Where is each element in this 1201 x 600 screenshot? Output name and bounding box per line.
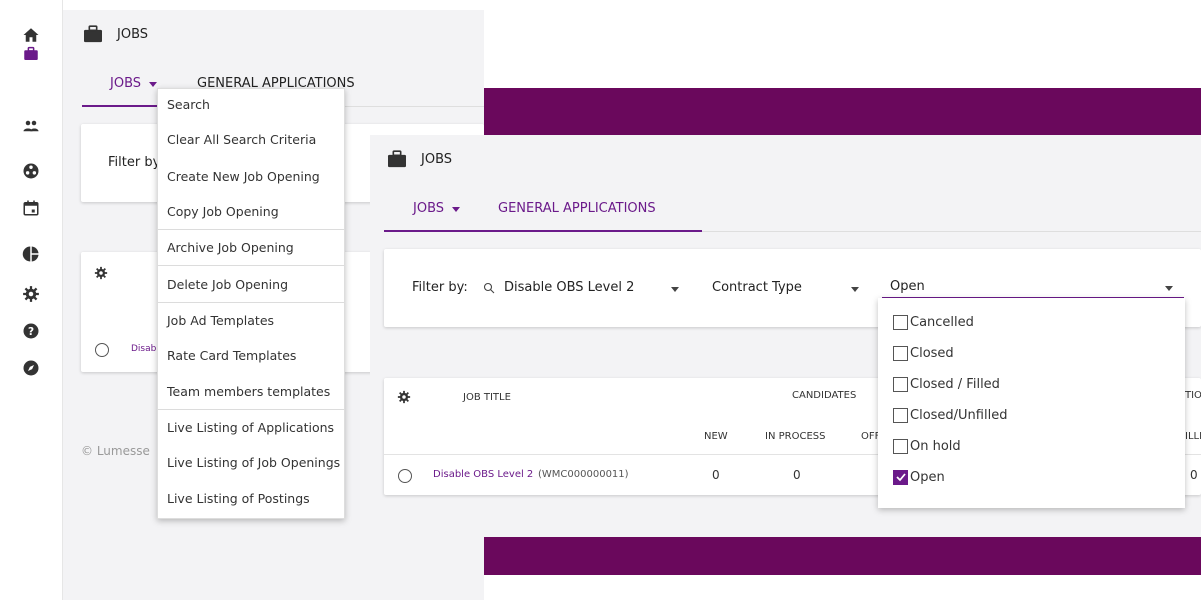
copyright: © Lumesse: [81, 444, 150, 458]
menu-item-job-ad-templates[interactable]: Job Ad Templates: [158, 313, 344, 328]
col-header-right-bottom: ILLE: [1185, 431, 1201, 442]
contract-type-dropdown[interactable]: Contract Type: [712, 280, 802, 295]
tab-active-underline: [82, 105, 157, 107]
menu-item-delete-job-opening[interactable]: Delete Job Opening: [158, 277, 344, 292]
option-closed[interactable]: Closed: [893, 343, 954, 363]
menu-item-create-new-job-opening[interactable]: Create New Job Opening: [158, 169, 344, 184]
new-count[interactable]: 0: [712, 468, 720, 482]
checkbox-checked[interactable]: [893, 469, 908, 485]
chevron-down-icon[interactable]: [671, 287, 679, 292]
purple-band-top: [484, 88, 1201, 138]
status-dropdown[interactable]: Open: [890, 279, 925, 294]
front-title-row: JOBS: [387, 150, 452, 168]
menu-item-search[interactable]: Search: [158, 97, 344, 112]
page-title: JOBS: [117, 26, 149, 42]
menu-divider: [158, 265, 344, 266]
network-icon[interactable]: [20, 160, 42, 182]
gear-icon[interactable]: [20, 283, 42, 305]
option-label: On hold: [910, 438, 961, 454]
filter-by-label: Filter by:: [412, 280, 468, 295]
purple-band-bottom: [484, 537, 1201, 575]
jobs-dropdown-menu: Search Clear All Search Criteria Create …: [157, 88, 345, 519]
option-label: Closed: [910, 345, 954, 361]
job-title-link[interactable]: Disable OBS Level 2: [433, 469, 533, 480]
col-header-right-top: TIO: [1185, 390, 1201, 401]
tab-general-applications[interactable]: GENERAL APPLICATIONS: [498, 201, 656, 216]
back-title-row: JOBS: [83, 25, 148, 43]
gear-icon[interactable]: [397, 390, 411, 404]
pie-chart-icon[interactable]: [20, 243, 42, 265]
tab-jobs[interactable]: JOBS: [110, 76, 141, 91]
tab-jobs[interactable]: JOBS: [413, 201, 444, 216]
row-link[interactable]: Disab: [131, 344, 156, 354]
option-cancelled[interactable]: Cancelled: [893, 312, 974, 332]
option-open[interactable]: Open: [893, 467, 945, 487]
filter-label: Filter by: [108, 155, 161, 170]
svg-text:?: ?: [28, 326, 34, 338]
app-sidebar: ?: [0, 0, 63, 600]
help-icon[interactable]: ?: [20, 320, 42, 342]
checkbox[interactable]: [893, 345, 908, 361]
menu-divider: [158, 229, 344, 230]
menu-item-live-listing-job-openings[interactable]: Live Listing of Job Openings: [158, 455, 344, 470]
col-header-new[interactable]: NEW: [704, 431, 728, 442]
menu-item-clear-all-search-criteria[interactable]: Clear All Search Criteria: [158, 132, 344, 147]
option-label: Cancelled: [910, 314, 974, 330]
option-closed-filled[interactable]: Closed / Filled: [893, 374, 1000, 394]
status-options-dropdown: Cancelled Closed Closed / Filled Closed/…: [878, 298, 1185, 508]
menu-divider: [158, 409, 344, 410]
gear-icon[interactable]: [94, 266, 108, 280]
checkbox[interactable]: [893, 376, 908, 392]
menu-item-team-members-templates[interactable]: Team members templates: [158, 384, 344, 399]
option-label: Closed/Unfilled: [910, 407, 1008, 423]
menu-item-live-listing-postings[interactable]: Live Listing of Postings: [158, 491, 344, 506]
menu-item-rate-card-templates[interactable]: Rate Card Templates: [158, 348, 344, 363]
menu-item-copy-job-opening[interactable]: Copy Job Opening: [158, 204, 344, 219]
col-header-job-title[interactable]: JOB TITLE: [463, 392, 511, 403]
menu-item-archive-job-opening[interactable]: Archive Job Opening: [158, 240, 344, 255]
checkbox[interactable]: [893, 438, 908, 454]
job-id: (WMC000000011): [538, 469, 629, 480]
briefcase-icon[interactable]: [20, 43, 42, 65]
tab-divider: [702, 231, 1201, 232]
chevron-down-icon[interactable]: [1165, 286, 1173, 291]
row-radio[interactable]: [398, 469, 412, 483]
people-icon[interactable]: [20, 115, 42, 137]
option-label: Open: [910, 469, 945, 485]
right-count[interactable]: 0: [1190, 468, 1198, 482]
chevron-down-icon[interactable]: [851, 287, 859, 292]
check-icon: [895, 473, 906, 482]
front-tabs: JOBS GENERAL APPLICATIONS: [413, 201, 656, 216]
option-label: Closed / Filled: [910, 376, 1000, 392]
tab-active-underline: [384, 230, 702, 232]
option-on-hold[interactable]: On hold: [893, 436, 961, 456]
row-radio[interactable]: [95, 343, 109, 357]
checkbox[interactable]: [893, 314, 908, 330]
in-process-count[interactable]: 0: [793, 468, 801, 482]
page-title: JOBS: [421, 151, 453, 167]
search-filter-value[interactable]: Disable OBS Level 2: [504, 280, 634, 295]
menu-item-live-listing-applications[interactable]: Live Listing of Applications: [158, 420, 344, 435]
option-closed-unfilled[interactable]: Closed/Unfilled: [893, 405, 1007, 425]
col-header-in-process[interactable]: IN PROCESS: [765, 431, 825, 442]
menu-divider: [158, 302, 344, 303]
checkbox[interactable]: [893, 407, 908, 423]
chevron-down-icon[interactable]: [452, 207, 461, 212]
briefcase-icon: [388, 150, 406, 168]
calendar-icon[interactable]: [20, 197, 42, 219]
search-icon: [483, 282, 495, 294]
chevron-down-icon[interactable]: [149, 82, 158, 87]
briefcase-icon: [84, 25, 102, 43]
compass-icon[interactable]: [20, 357, 42, 379]
col-header-candidates: CANDIDATES: [792, 390, 857, 401]
